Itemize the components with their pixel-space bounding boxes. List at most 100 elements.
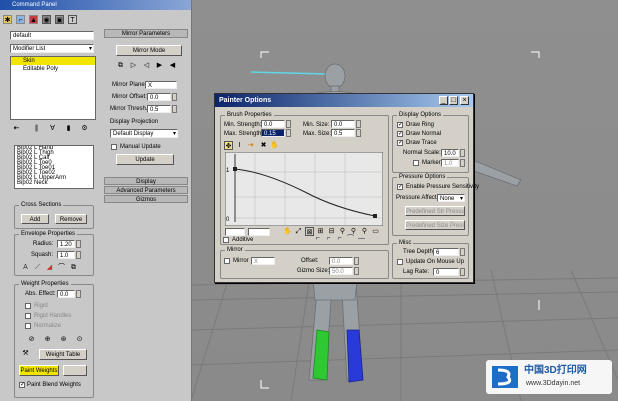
weight-table-button[interactable]: Weight Table bbox=[39, 349, 87, 360]
rigid-checkbox[interactable] bbox=[25, 303, 31, 309]
select-excluded-icon[interactable]: ⊛ bbox=[59, 335, 68, 344]
mirror-checkbox[interactable] bbox=[224, 258, 230, 264]
make-unique-icon[interactable]: ∀ bbox=[48, 124, 57, 133]
zoom-extents-icon[interactable]: ⤢ bbox=[294, 227, 303, 236]
utilities-tab-icon[interactable]: T bbox=[68, 15, 77, 24]
object-name-field[interactable]: default bbox=[10, 31, 94, 40]
max-size-spinner[interactable] bbox=[356, 129, 361, 137]
delete-point-icon[interactable]: ✖ bbox=[259, 141, 268, 150]
draw-normal-checkbox[interactable]: ✓ bbox=[397, 131, 403, 137]
curve-preset-2-icon[interactable]: ⌐ bbox=[324, 234, 333, 243]
curve-preset-1-icon[interactable]: ⌐ bbox=[313, 234, 322, 243]
modify-tab-icon[interactable]: ⌐ bbox=[16, 15, 25, 24]
mirror-mode-button[interactable]: Mirror Mode bbox=[116, 45, 182, 56]
hierarchy-tab-icon[interactable]: ▲ bbox=[29, 15, 38, 24]
paste-green-verts-icon[interactable]: ▶ bbox=[155, 61, 164, 70]
mirror-plane-dropdown[interactable]: X bbox=[145, 81, 177, 89]
mirror-thresh-field[interactable]: 0.5 bbox=[147, 105, 171, 113]
additive-checkbox[interactable] bbox=[223, 237, 229, 243]
configure-sets-icon[interactable]: ⚙ bbox=[80, 124, 89, 133]
mirror-rollout-header[interactable]: Mirror Parameters bbox=[104, 29, 188, 38]
gizmo-size-spinner[interactable] bbox=[354, 267, 359, 275]
min-strength-spinner[interactable] bbox=[286, 120, 291, 128]
curve-y-field[interactable] bbox=[248, 228, 270, 236]
command-panel-title[interactable]: Command Panel bbox=[0, 0, 191, 10]
paste-green-to-blue-icon[interactable]: ▷ bbox=[129, 61, 138, 70]
curve-x-field[interactable] bbox=[225, 228, 245, 236]
squash-spinner[interactable] bbox=[76, 251, 81, 259]
paint-blend-checkbox[interactable]: ✓ bbox=[19, 382, 25, 388]
mirror-thresh-spinner[interactable] bbox=[172, 105, 177, 113]
normal-scale-spinner[interactable] bbox=[460, 149, 465, 157]
predefined-size-pressure-button[interactable]: Predefined Size Pressure bbox=[405, 220, 465, 230]
add-cross-section-button[interactable]: Add bbox=[21, 214, 49, 224]
curve-preset-5-icon[interactable]: — bbox=[357, 234, 366, 243]
radius-field[interactable]: 1.20 bbox=[57, 240, 75, 248]
bake-weights-icon[interactable]: ⊙ bbox=[75, 335, 84, 344]
bones-list[interactable]: Bip02 L Hand Bip02 L Thigh Bip02 L Calf Bip… bbox=[14, 145, 94, 189]
mirror-offset-field[interactable]: 0.0 bbox=[147, 93, 171, 101]
draw-trace-checkbox[interactable]: ✓ bbox=[397, 140, 403, 146]
mirror-axis-dropdown[interactable]: X bbox=[251, 257, 275, 265]
falloff-icon[interactable]: ⌒ bbox=[57, 263, 66, 272]
mirror-paste-icon[interactable]: ⧉ bbox=[116, 61, 125, 70]
marker-field[interactable]: 1.0 bbox=[441, 159, 459, 167]
min-size-spinner[interactable] bbox=[356, 120, 361, 128]
minimize-icon[interactable]: _ bbox=[439, 96, 448, 105]
region-zoom-icon[interactable]: ▭ bbox=[371, 227, 380, 236]
draw-ring-checkbox[interactable]: ✓ bbox=[397, 122, 403, 128]
curve-preset-4-icon[interactable]: ⌒ bbox=[346, 234, 355, 243]
enable-pressure-checkbox[interactable]: ✓ bbox=[397, 184, 403, 190]
falloff-curve-graph[interactable]: 1 0 bbox=[225, 152, 383, 226]
close-icon[interactable]: × bbox=[460, 96, 469, 105]
mirror-offset-spinner[interactable] bbox=[172, 93, 177, 101]
include-verts-icon[interactable]: ⊕ bbox=[43, 335, 52, 344]
tree-depth-spinner[interactable] bbox=[460, 248, 465, 256]
relative-icon[interactable]: ⟋ bbox=[33, 263, 42, 272]
normalize-checkbox[interactable] bbox=[25, 323, 31, 329]
remove-modifier-icon[interactable]: ▮ bbox=[64, 124, 73, 133]
lag-rate-spinner[interactable] bbox=[460, 268, 465, 276]
bone-list-item[interactable]: Bip02 Neck bbox=[15, 180, 93, 186]
advanced-parameters-rollout[interactable]: Advanced Parameters bbox=[104, 186, 188, 194]
scale-point-icon[interactable]: I bbox=[235, 141, 244, 150]
max-strength-field[interactable]: 0.15 bbox=[261, 129, 285, 137]
remove-cross-section-button[interactable]: Remove bbox=[55, 214, 87, 224]
update-button[interactable]: Update bbox=[116, 154, 174, 165]
paste-blue-verts-icon[interactable]: ◀ bbox=[168, 61, 177, 70]
squash-field[interactable]: 1.0 bbox=[57, 251, 75, 259]
pin-stack-icon[interactable]: ⇤ bbox=[12, 124, 21, 133]
display-tab-icon[interactable]: ▣ bbox=[55, 15, 64, 24]
show-end-result-icon[interactable]: ∥ bbox=[32, 124, 41, 133]
manual-update-checkbox[interactable] bbox=[111, 144, 117, 150]
marker-checkbox[interactable] bbox=[413, 160, 419, 166]
min-size-field[interactable]: 0.0 bbox=[331, 120, 355, 128]
pan-icon[interactable]: ✋ bbox=[270, 141, 279, 150]
envelope-visible-icon[interactable]: ◢ bbox=[45, 263, 54, 272]
display-rollout[interactable]: Display bbox=[104, 177, 188, 185]
gizmos-rollout[interactable]: Gizmos bbox=[104, 195, 188, 203]
predefined-str-pressure-button[interactable]: Predefined Str Pressure bbox=[405, 206, 465, 216]
modifier-list-dropdown[interactable]: Modifier List ▾ bbox=[10, 44, 94, 53]
marker-spinner[interactable] bbox=[460, 159, 465, 167]
pressure-affects-dropdown[interactable]: None ▾ bbox=[437, 194, 465, 202]
gizmo-size-field[interactable]: 50.0 bbox=[329, 267, 353, 275]
maximize-icon[interactable]: □ bbox=[449, 96, 458, 105]
create-tab-icon[interactable]: ✱ bbox=[3, 15, 12, 24]
stack-item-editable-poly[interactable]: Editable Poly bbox=[11, 65, 95, 73]
paint-weights-button[interactable]: Paint Weights bbox=[19, 365, 59, 376]
absolute-icon[interactable]: A bbox=[21, 263, 30, 272]
stack-item-skin[interactable]: Skin bbox=[11, 57, 95, 65]
max-strength-spinner[interactable] bbox=[286, 129, 291, 137]
weight-tool-icon[interactable]: ⚒ bbox=[21, 349, 30, 358]
curve-preset-3-icon[interactable]: ⌐ bbox=[335, 234, 344, 243]
exclude-verts-icon[interactable]: ⊘ bbox=[27, 335, 36, 344]
painter-offset-spinner[interactable] bbox=[354, 257, 359, 265]
copy-envelope-icon[interactable]: ⧉ bbox=[69, 263, 78, 272]
painter-options-button[interactable] bbox=[63, 365, 87, 376]
min-strength-field[interactable]: 0.0 bbox=[261, 120, 285, 128]
abs-effect-spinner[interactable] bbox=[76, 290, 81, 298]
max-size-field[interactable]: 0.5 bbox=[331, 129, 355, 137]
normal-scale-field[interactable]: 10.0 bbox=[441, 149, 459, 157]
radius-spinner[interactable] bbox=[76, 240, 81, 248]
